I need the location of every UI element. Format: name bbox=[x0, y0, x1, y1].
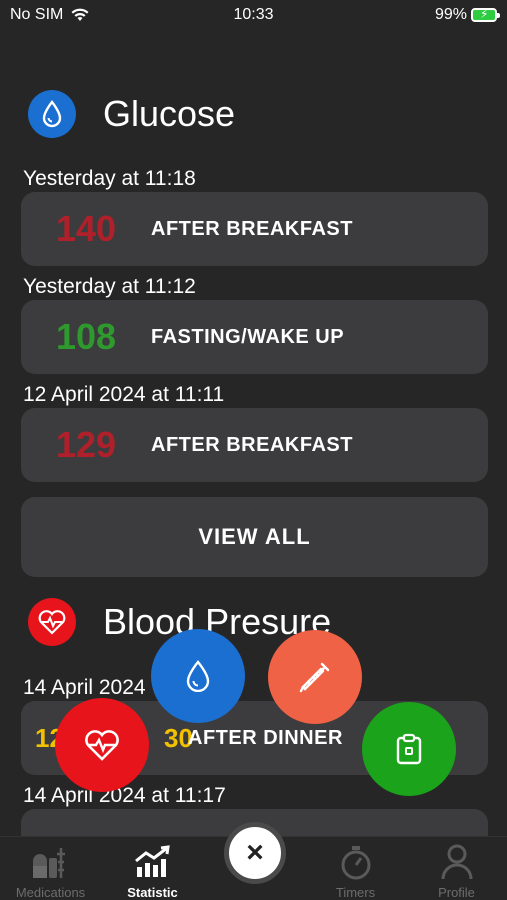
stopwatch-icon bbox=[339, 843, 373, 881]
tab-medications[interactable]: Medications bbox=[0, 843, 101, 900]
clock: 10:33 bbox=[233, 6, 274, 23]
pills-syringe-icon bbox=[31, 843, 71, 881]
entry-date: 12 April 2024 at 11:11 bbox=[23, 383, 225, 406]
entry-label: FASTING/WAKE UP bbox=[151, 325, 345, 348]
close-icon: × bbox=[246, 836, 264, 869]
entry-date: Yesterday at 11:12 bbox=[23, 275, 196, 298]
glucose-entry-card[interactable]: 129 AFTER BREAKFAST bbox=[21, 408, 488, 482]
entry-value: 129 bbox=[55, 424, 117, 465]
clipboard-icon bbox=[396, 733, 422, 765]
status-right: 99% ⚡ bbox=[434, 6, 500, 24]
battery-percent: 99% bbox=[434, 6, 467, 23]
add-medication-button[interactable] bbox=[268, 630, 362, 724]
chart-up-icon bbox=[133, 843, 173, 881]
heart-pulse-icon bbox=[28, 598, 76, 646]
glucose-header: Glucose bbox=[28, 90, 235, 138]
glucose-title: Glucose bbox=[103, 93, 236, 134]
person-icon bbox=[440, 843, 474, 881]
add-glucose-button[interactable] bbox=[151, 629, 245, 723]
entry-date: 14 April 2024 bbox=[23, 676, 146, 699]
glucose-entry-card[interactable]: 140 AFTER BREAKFAST bbox=[21, 192, 488, 266]
entry-label: AFTER DINNER bbox=[188, 726, 343, 749]
tab-profile[interactable]: Profile bbox=[406, 843, 507, 900]
battery-charging-icon: ⚡ bbox=[471, 7, 500, 22]
entry-value: 140 bbox=[55, 208, 117, 249]
entry-date: 14 April 2024 at 11:17 bbox=[23, 784, 226, 807]
entry-label: AFTER BREAKFAST bbox=[151, 433, 353, 456]
glucose-entry-card[interactable]: 108 FASTING/WAKE UP bbox=[21, 300, 488, 374]
close-menu-button[interactable]: × bbox=[224, 822, 286, 884]
view-all-button[interactable]: VIEW ALL bbox=[21, 497, 488, 577]
tab-statistic[interactable]: Statistic bbox=[102, 843, 203, 900]
tab-label: Statistic bbox=[127, 885, 178, 900]
entry-date: Yesterday at 11:18 bbox=[23, 167, 196, 190]
add-blood-pressure-button[interactable] bbox=[55, 698, 149, 792]
add-weight-button[interactable] bbox=[362, 702, 456, 796]
syringe-icon bbox=[299, 662, 330, 693]
tab-timers[interactable]: Timers bbox=[305, 843, 406, 900]
water-drop-icon bbox=[186, 660, 210, 692]
tab-label: Profile bbox=[438, 885, 475, 900]
water-drop-icon bbox=[28, 90, 76, 138]
entry-value: 108 bbox=[55, 316, 117, 357]
status-bar: No SIM 10:33 99% ⚡ bbox=[0, 0, 507, 34]
heart-pulse-icon bbox=[85, 730, 119, 761]
tab-label: Medications bbox=[15, 885, 86, 900]
entry-label: AFTER BREAKFAST bbox=[151, 217, 353, 240]
tab-label: Timers bbox=[335, 885, 376, 900]
